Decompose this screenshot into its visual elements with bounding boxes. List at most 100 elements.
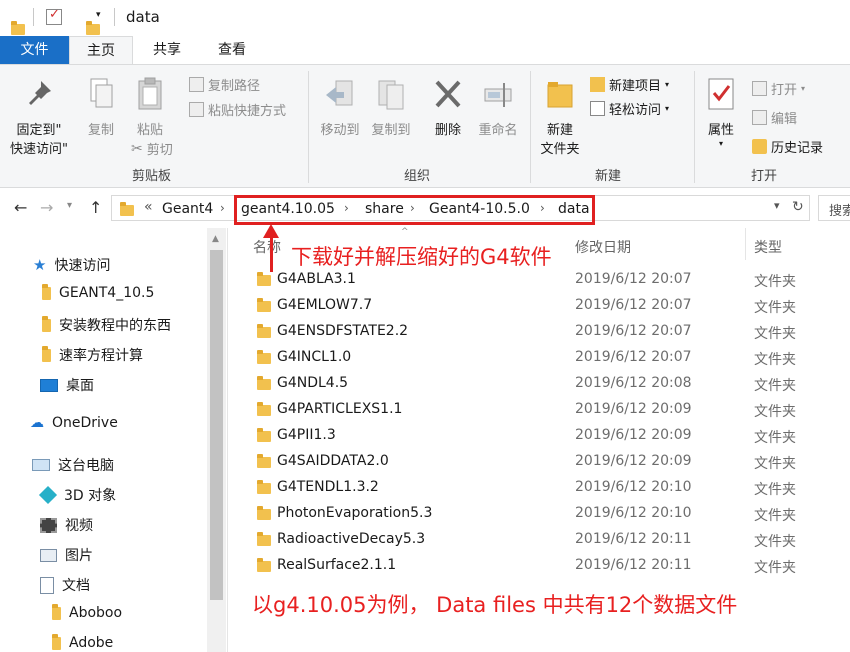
forward-arrow-icon[interactable]: → (40, 198, 53, 217)
easy-access-button[interactable]: 轻松访问 ▾ (590, 99, 669, 118)
nav-item-desktop[interactable]: 桌面 (40, 375, 94, 395)
new-group-label: 新建 (595, 169, 622, 184)
column-header-type[interactable]: 类型 (754, 237, 782, 257)
nav-item-adobe[interactable]: Adobe (52, 633, 113, 651)
scroll-thumb[interactable] (210, 250, 223, 600)
file-row[interactable]: RadioactiveDecay5.3 2019/6/12 20:11 文件夹 (248, 527, 850, 553)
file-row[interactable]: RealSurface2.1.1 2019/6/12 20:11 文件夹 (248, 553, 850, 579)
nav-item-videos[interactable]: 视频 (40, 515, 93, 535)
file-row[interactable]: G4ENSDFSTATE2.2 2019/6/12 20:07 文件夹 (248, 319, 850, 345)
nav-item-pictures[interactable]: 图片 (40, 545, 93, 565)
file-date: 2019/6/12 20:07 (575, 323, 692, 339)
tab-share[interactable]: 共享 (145, 36, 189, 65)
nav-quick-access[interactable]: ★ 快速访问 (33, 255, 110, 275)
nav-label: Aboboo (69, 605, 123, 621)
divider (530, 71, 531, 183)
file-date: 2019/6/12 20:07 (575, 297, 692, 313)
properties-checkmark-icon[interactable]: ✓ (46, 7, 62, 25)
tab-view[interactable]: 查看 (210, 36, 254, 65)
file-row[interactable]: PhotonEvaporation5.3 2019/6/12 20:10 文件夹 (248, 501, 850, 527)
nav-label: OneDrive (52, 415, 118, 431)
copy-path-button[interactable]: 复制路径 (189, 75, 260, 94)
cut-button[interactable]: ✂ 剪切 (131, 139, 173, 159)
delete-button[interactable]: 删除 (428, 77, 468, 140)
scroll-up-arrow-icon[interactable]: ▲ (212, 234, 219, 244)
copy-button[interactable]: 复制 (80, 77, 122, 140)
properties-icon (708, 78, 734, 110)
file-row[interactable]: G4PARTICLEXS1.1 2019/6/12 20:09 文件夹 (248, 397, 850, 423)
properties-button[interactable]: 属性 ▾ (700, 77, 742, 148)
back-arrow-icon[interactable]: ← (14, 198, 27, 217)
file-name: G4EMLOW7.7 (277, 297, 373, 313)
file-row[interactable]: G4SAIDDATA2.0 2019/6/12 20:09 文件夹 (248, 449, 850, 475)
edit-button[interactable]: 编辑 (752, 108, 797, 127)
file-date: 2019/6/12 20:09 (575, 453, 692, 469)
folder-icon (257, 558, 271, 572)
nav-item-3d-objects[interactable]: 3D 对象 (38, 485, 116, 505)
nav-item-onedrive[interactable]: ☁ OneDrive (30, 415, 118, 431)
column-header-name[interactable]: 名称 (253, 237, 281, 257)
nav-item-install-tutorial[interactable]: 安装教程中的东西 (42, 315, 171, 335)
delete-x-icon (435, 80, 461, 108)
pin-label-line1: 固定到" (16, 123, 62, 138)
copy-to-icon (378, 80, 404, 110)
nav-label: 速率方程计算 (59, 348, 143, 364)
nav-item-rate-equations[interactable]: 速率方程计算 (42, 345, 143, 365)
nav-label: 图片 (65, 548, 93, 564)
chevron-down-icon: ▾ (665, 80, 670, 89)
easy-access-icon (590, 101, 605, 116)
file-row[interactable]: G4INCL1.0 2019/6/12 20:07 文件夹 (248, 345, 850, 371)
nav-item-this-pc[interactable]: 这台电脑 (32, 455, 114, 475)
folder-icon (257, 532, 271, 546)
annotation-highlight-box (234, 195, 595, 225)
column-divider[interactable] (745, 228, 746, 260)
breadcrumb-overflow[interactable]: « (144, 199, 153, 215)
annotation-bottom: 以g4.10.05为例， Data files 中共有12个数据文件 (252, 593, 738, 617)
file-type: 文件夹 (754, 430, 796, 446)
column-header-date[interactable]: 修改日期 (575, 237, 631, 257)
recent-locations-chevron-icon[interactable]: ▾ (67, 200, 72, 211)
open-group-label: 打开 (751, 169, 778, 184)
chevron-down-icon[interactable]: ▾ (96, 10, 101, 20)
file-name: G4INCL1.0 (277, 349, 352, 365)
picture-icon (40, 548, 57, 562)
new-item-button[interactable]: 新建项目 ▾ (590, 75, 669, 94)
rename-label: 重命名 (478, 123, 518, 138)
search-input[interactable]: 搜索 (818, 195, 850, 221)
breadcrumb-geant4[interactable]: Geant4 (162, 201, 213, 217)
new-folder-button[interactable]: 新建 文件夹 (535, 77, 585, 159)
copy-icon (90, 78, 113, 108)
nav-item-geant4-10-5[interactable]: GEANT4_10.5 (42, 283, 154, 301)
folder-icon (257, 298, 271, 312)
refresh-icon[interactable]: ↻ (792, 199, 804, 215)
pin-to-quick-access-button[interactable]: 固定到" 快速访问" (6, 77, 72, 159)
file-row[interactable]: G4EMLOW7.7 2019/6/12 20:07 文件夹 (248, 293, 850, 319)
move-to-button[interactable]: 移动到 (316, 77, 364, 140)
history-button[interactable]: 历史记录 (752, 137, 823, 156)
file-row[interactable]: G4TENDL1.3.2 2019/6/12 20:10 文件夹 (248, 475, 850, 501)
file-row[interactable]: G4NDL4.5 2019/6/12 20:08 文件夹 (248, 371, 850, 397)
tab-home[interactable]: 主页 (69, 36, 133, 65)
divider (114, 8, 115, 26)
nav-item-aboboo[interactable]: Aboboo (52, 603, 123, 621)
tab-file[interactable]: 文件 (0, 36, 69, 65)
folder-icon (257, 376, 271, 390)
nav-item-documents[interactable]: 文档 (40, 575, 90, 595)
star-icon: ★ (33, 256, 47, 274)
up-arrow-icon[interactable]: ↑ (89, 198, 102, 217)
file-row[interactable]: G4PII1.3 2019/6/12 20:09 文件夹 (248, 423, 850, 449)
computer-icon (32, 459, 50, 471)
paste-button[interactable]: 粘贴 (128, 77, 172, 140)
open-button[interactable]: 打开 ▾ (752, 79, 805, 98)
chevron-down-icon[interactable]: ▾ (774, 199, 780, 212)
paste-shortcut-button[interactable]: 粘贴快捷方式 (189, 100, 286, 119)
chevron-right-icon[interactable]: › (220, 201, 225, 215)
copy-to-button[interactable]: 复制到 (367, 77, 415, 140)
new-folder-icon[interactable] (86, 20, 100, 35)
folder-icon (257, 402, 271, 416)
file-type: 文件夹 (754, 482, 796, 498)
nav-scrollbar[interactable]: ▲ (207, 228, 226, 652)
rename-button[interactable]: 重命名 (474, 77, 522, 140)
folder-icon (257, 350, 271, 364)
move-to-icon (326, 80, 353, 106)
